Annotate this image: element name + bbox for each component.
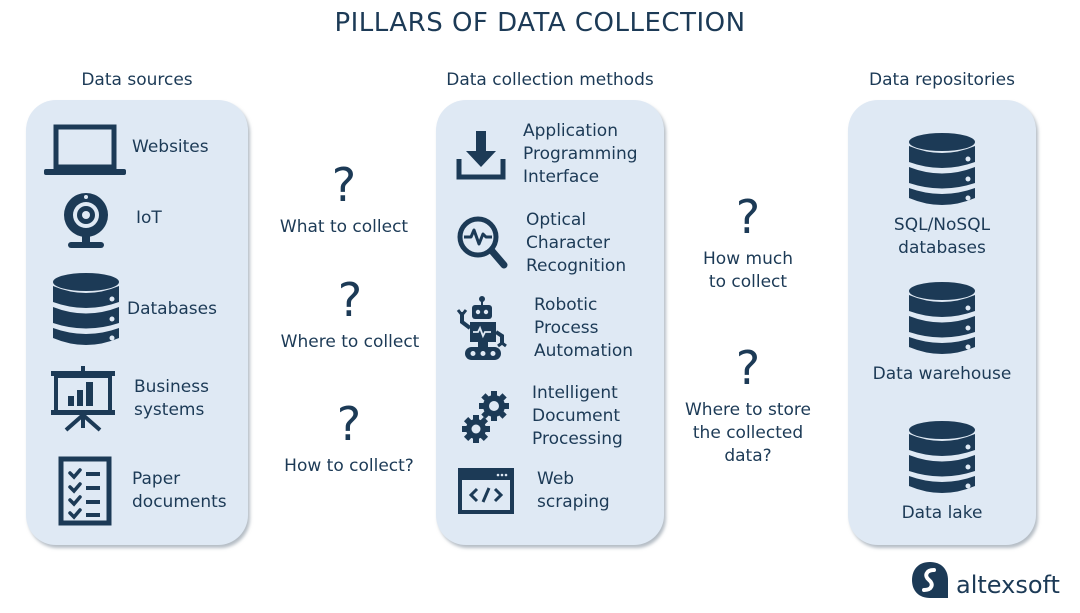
source-label: Databases	[127, 298, 217, 319]
question-text: Where to collect	[280, 332, 420, 352]
question-how-much: ? How much to collect	[676, 194, 820, 294]
question-where-store: ? Where to store the collected data?	[672, 345, 824, 468]
code-window-icon	[458, 468, 514, 514]
question-mark-icon: ?	[735, 190, 761, 244]
question-how: ? How to collect?	[270, 401, 428, 478]
repo-item-data-warehouse: Data warehouse	[848, 281, 1036, 386]
source-label: Paper documents	[132, 469, 227, 512]
repo-item-sql-nosql: SQL/NoSQL databases	[848, 132, 1036, 260]
database-icon	[53, 273, 119, 345]
method-label: Application Programming Interface	[523, 121, 638, 187]
question-mark-icon: ?	[337, 273, 363, 327]
methods-heading: Data collection methods	[446, 70, 654, 90]
repo-label: Data warehouse	[872, 364, 1012, 384]
source-item-business-systems: Business systems	[50, 366, 209, 432]
method-item-rpa: Robotic Process Automation	[456, 294, 633, 363]
altexsoft-logo-icon	[912, 562, 948, 598]
source-item-paper-documents: Paper documents	[58, 456, 227, 526]
method-item-idp: Intelligent Document Processing	[462, 382, 623, 451]
source-item-databases: Databases	[52, 272, 217, 346]
source-item-websites: Websites	[44, 124, 209, 178]
source-label: IoT	[136, 207, 162, 228]
altexsoft-logo: altexsoft	[910, 560, 1060, 600]
gears-icon	[462, 390, 509, 443]
download-icon	[456, 130, 506, 179]
sources-heading: Data sources	[81, 70, 193, 90]
method-label: Optical Character Recognition	[526, 210, 627, 276]
database-icon	[909, 282, 975, 354]
repo-label: Data lake	[901, 503, 983, 523]
method-label: Web scraping	[537, 469, 610, 512]
method-item-ocr: Optical Character Recognition	[456, 209, 626, 278]
question-mark-icon: ?	[336, 397, 362, 451]
database-icon	[909, 133, 975, 205]
altexsoft-logo-text: altexsoft	[956, 571, 1060, 599]
method-label: Intelligent Document Processing	[532, 383, 623, 449]
method-item-web-scraping: Web scraping	[458, 468, 610, 514]
question-text: How to collect?	[284, 456, 414, 476]
method-item-api: Application Programming Interface	[456, 120, 638, 189]
source-item-iot: IoT	[62, 192, 162, 250]
question-text: How much to collect	[703, 249, 793, 292]
method-label: Robotic Process Automation	[534, 295, 634, 361]
database-icon	[909, 421, 975, 493]
repo-item-data-lake: Data lake	[848, 420, 1036, 525]
webcam-icon	[64, 193, 108, 248]
repositories-heading: Data repositories	[869, 70, 1015, 90]
question-what: ? What to collect	[262, 162, 426, 239]
page-title: PILLARS OF DATA COLLECTION	[334, 8, 746, 38]
question-text: Where to store the collected data?	[685, 400, 811, 466]
presentation-chart-icon	[51, 366, 115, 432]
question-mark-icon: ?	[331, 158, 357, 212]
source-label: Business systems	[134, 377, 209, 420]
robot-icon	[456, 295, 507, 360]
question-where: ? Where to collect	[262, 277, 438, 354]
question-mark-icon: ?	[735, 341, 761, 395]
repo-label: SQL/NoSQL databases	[893, 215, 991, 258]
checklist-icon	[58, 456, 112, 526]
source-label: Websites	[132, 136, 209, 157]
laptop-icon	[44, 124, 126, 175]
magnifier-pulse-icon	[457, 216, 508, 268]
question-text: What to collect	[279, 217, 409, 237]
